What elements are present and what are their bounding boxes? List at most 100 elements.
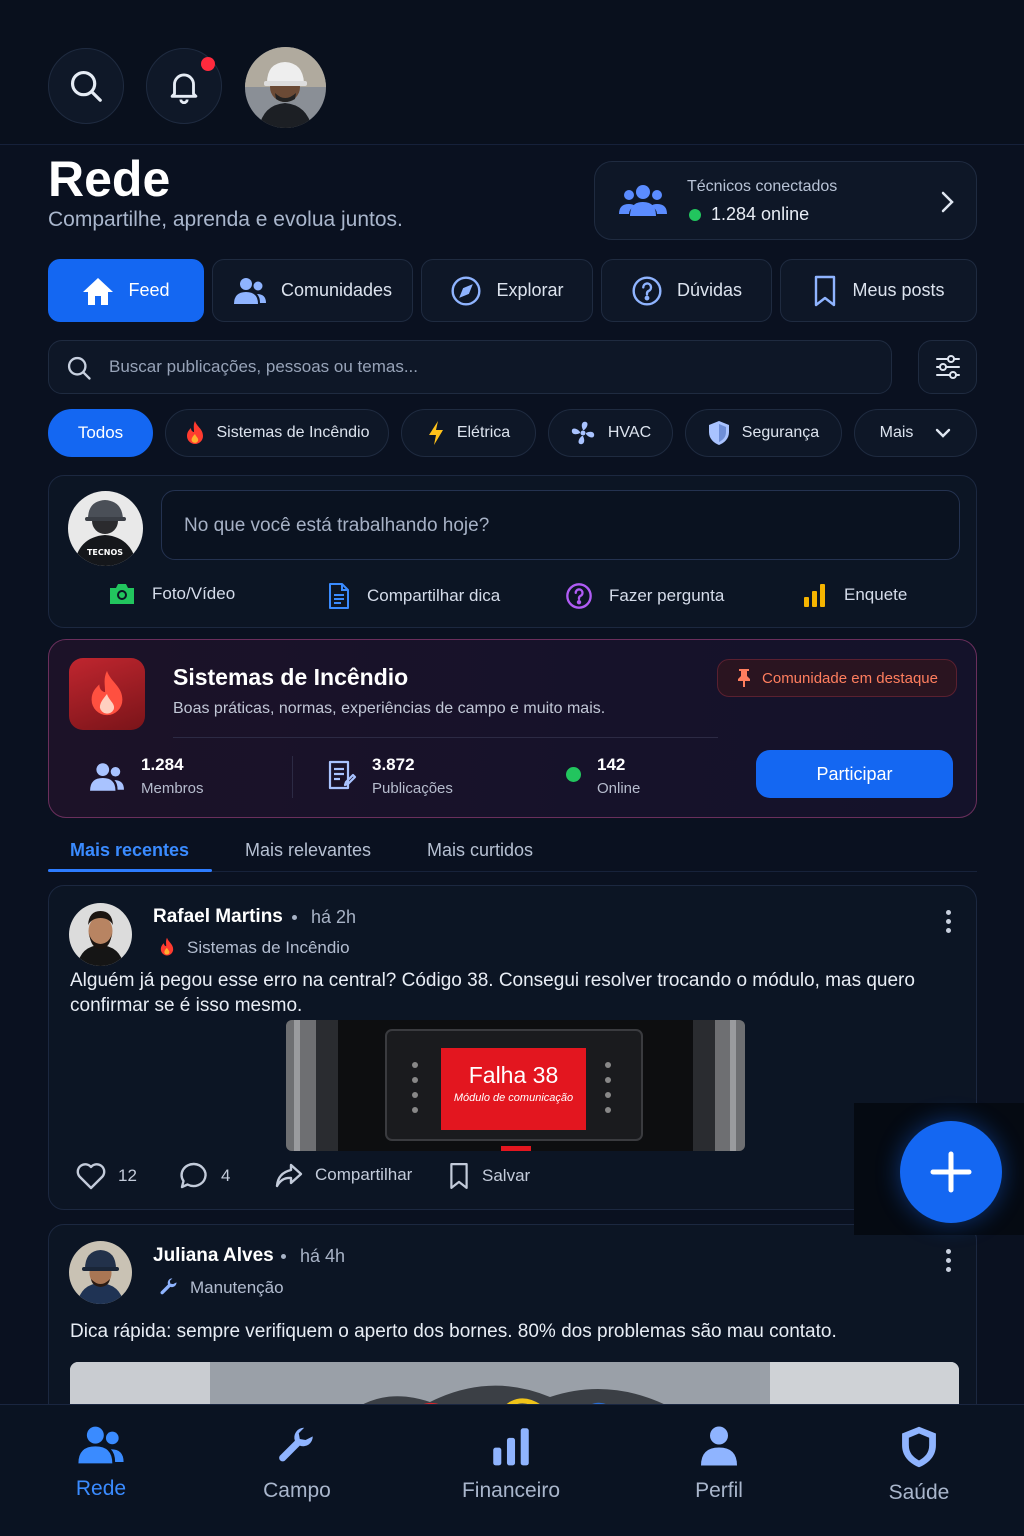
author-avatar[interactable]	[69, 903, 132, 966]
search-icon	[70, 70, 102, 102]
composer-input[interactable]: No que você está trabalhando hoje?	[161, 490, 960, 560]
nav-item-saude-label: Saúde	[888, 1481, 950, 1504]
notifications-button[interactable]	[146, 48, 222, 124]
tab-my-posts-label: Meus posts	[852, 280, 945, 300]
comment-button[interactable]: 4	[179, 1162, 230, 1190]
search-button[interactable]	[48, 48, 124, 124]
chevron-right-icon	[941, 191, 954, 213]
share-tip-button[interactable]: Compartilhar dica	[327, 582, 500, 610]
nav-item-rede-label: Rede	[75, 1477, 127, 1500]
search-icon	[67, 356, 91, 380]
bell-icon	[170, 73, 198, 104]
nav-item-perfil[interactable]: Perfil	[644, 1425, 794, 1503]
bookmark-icon	[815, 275, 836, 306]
online-technicians-card[interactable]: Técnicos conectados 1.284 online	[594, 161, 977, 240]
document-icon	[329, 583, 349, 609]
chip-electrical[interactable]: Elétrica	[401, 409, 536, 457]
tab-feed[interactable]: Feed	[48, 259, 204, 322]
save-label: Salvar	[482, 1166, 531, 1185]
ask-question-label: Fazer pergunta	[609, 586, 725, 605]
search-input[interactable]: Buscar publicações, pessoas ou temas...	[48, 340, 892, 394]
bookmark-icon	[450, 1163, 468, 1189]
members-count: 1.284	[141, 755, 184, 774]
sliders-icon	[935, 355, 960, 379]
top-bar	[0, 0, 1024, 145]
author-name[interactable]: Rafael Martins	[153, 906, 283, 928]
profile-avatar[interactable]	[245, 47, 326, 128]
chip-all-label: Todos	[77, 423, 124, 442]
post-text: Dica rápida: sempre verifiquem o aperto …	[70, 1321, 837, 1342]
chip-hvac[interactable]: HVAC	[548, 409, 673, 457]
sort-most-liked[interactable]: Mais curtidos	[427, 840, 533, 861]
save-button[interactable]: Salvar	[448, 1162, 530, 1190]
tab-explore[interactable]: Explorar	[421, 259, 593, 322]
nav-item-rede[interactable]: Rede	[26, 1425, 176, 1501]
chip-security[interactable]: Segurança	[685, 409, 842, 457]
post-category[interactable]: Manutenção	[190, 1278, 284, 1298]
ask-question-button[interactable]: Fazer pergunta	[565, 582, 724, 610]
post-category[interactable]: Sistemas de Incêndio	[187, 938, 350, 958]
nav-item-campo[interactable]: Campo	[222, 1425, 372, 1503]
online-members-label: Online	[597, 780, 641, 797]
poll-label: Enquete	[844, 585, 908, 604]
posts-icon	[328, 760, 357, 790]
post-time: há 2h	[311, 907, 357, 927]
fan-icon	[571, 421, 595, 445]
poll-button[interactable]: Enquete	[802, 582, 907, 608]
bar-chart-icon	[804, 584, 825, 607]
featured-badge: Comunidade em destaque	[717, 659, 957, 697]
share-button[interactable]: Compartilhar	[275, 1162, 412, 1188]
featured-community-card[interactable]: Sistemas de Incêndio Boas práticas, norm…	[48, 639, 977, 818]
post-card: Rafael Martins há 2h Sistemas de Incêndi…	[48, 885, 977, 1210]
chip-hvac-label: HVAC	[607, 424, 652, 441]
bolt-icon	[428, 421, 443, 445]
wrench-icon	[160, 1278, 177, 1295]
join-community-button[interactable]: Participar	[756, 750, 953, 798]
composer-placeholder: No que você está trabalhando hoje?	[184, 515, 490, 536]
sort-active-indicator	[48, 869, 212, 872]
online-status-dot	[689, 209, 701, 221]
more-options-icon[interactable]	[946, 1249, 952, 1276]
sort-most-recent[interactable]: Mais recentes	[70, 840, 189, 861]
tab-questions[interactable]: Dúvidas	[601, 259, 772, 322]
chip-more[interactable]: Mais	[854, 409, 977, 457]
chip-security-label: Segurança	[741, 424, 820, 441]
community-description: Boas práticas, normas, experiências de c…	[173, 700, 606, 717]
tab-my-posts[interactable]: Meus posts	[780, 259, 977, 322]
bar-chart-icon	[493, 1428, 529, 1466]
question-icon	[632, 275, 662, 306]
post-text: Alguém já pegou esse erro na central? Có…	[70, 970, 915, 1016]
chevron-down-icon	[936, 428, 951, 438]
page-title: Rede	[48, 151, 171, 207]
sort-most-relevant[interactable]: Mais relevantes	[245, 840, 371, 861]
chip-fire-systems-label: Sistemas de Incêndio	[216, 424, 370, 441]
tab-feed-label: Feed	[128, 280, 170, 300]
nav-item-campo-label: Campo	[263, 1479, 331, 1502]
nav-item-saude[interactable]: Saúde	[844, 1425, 994, 1505]
nav-item-financeiro[interactable]: Financeiro	[436, 1425, 586, 1503]
chip-all[interactable]: Todos	[48, 409, 153, 457]
users-icon	[619, 185, 667, 216]
like-count: 12	[118, 1166, 137, 1185]
author-avatar[interactable]	[69, 1241, 132, 1304]
featured-badge-label: Comunidade em destaque	[762, 669, 938, 687]
posts-label: Publicações	[372, 780, 453, 797]
create-post-button[interactable]	[900, 1121, 1002, 1223]
online-label: Técnicos conectados	[687, 178, 838, 195]
separator-dot	[292, 915, 297, 920]
chip-electrical-label: Elétrica	[456, 424, 511, 441]
post-image[interactable]: Falha 38 Módulo de comunicação	[286, 1020, 745, 1151]
author-name[interactable]: Juliana Alves	[153, 1245, 274, 1267]
chip-more-label: Mais	[879, 424, 914, 441]
more-options-icon[interactable]	[946, 910, 952, 937]
filter-button[interactable]	[918, 340, 977, 394]
chip-fire-systems[interactable]: Sistemas de Incêndio	[165, 409, 389, 457]
nav-item-perfil-label: Perfil	[695, 1479, 743, 1502]
tab-communities[interactable]: Comunidades	[212, 259, 413, 322]
shield-icon	[708, 421, 729, 445]
photo-video-button[interactable]: Foto/Vídeo	[108, 582, 235, 606]
notification-dot	[201, 57, 215, 71]
share-tip-label: Compartilhar dica	[367, 586, 501, 605]
like-button[interactable]: 12	[76, 1162, 137, 1190]
users-icon	[233, 277, 266, 304]
